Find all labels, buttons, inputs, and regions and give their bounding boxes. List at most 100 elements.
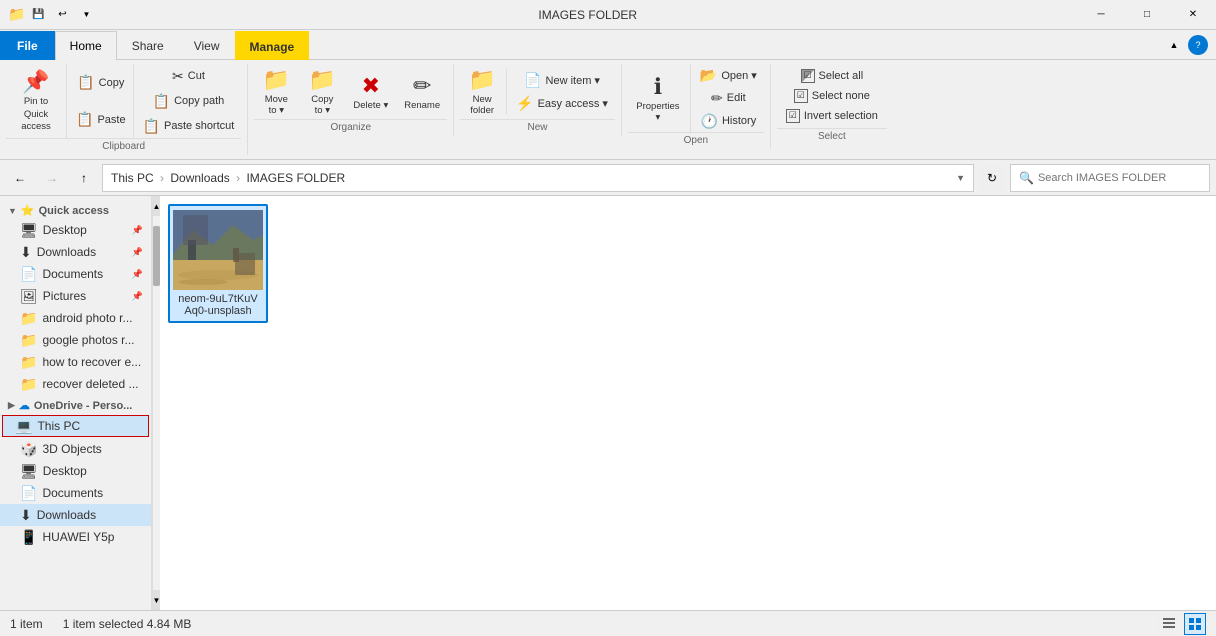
paste-shortcut-icon: 📋 [143, 118, 160, 135]
scrollbar-up[interactable]: ▲ [153, 196, 160, 216]
grid-view-button[interactable] [1184, 613, 1206, 635]
title-bar-left: 📁 💾 ↩ ▼ [8, 4, 97, 26]
open-button[interactable]: 📂 Open ▾ [693, 64, 764, 87]
sidebar-item-downloads2[interactable]: ⬇ Downloads [0, 504, 151, 526]
sidebar-item-recover-deleted[interactable]: 📁 recover deleted ... [0, 373, 151, 395]
cut-icon: ✂ [172, 68, 184, 85]
sidebar-item-android-photos[interactable]: 📁 android photo r... [0, 307, 151, 329]
sidebar-label-this-pc: This PC [37, 419, 80, 433]
help-button[interactable]: ? [1188, 35, 1208, 55]
expand-arrow: ▼ [8, 206, 17, 216]
breadcrumb: This PC › Downloads › IMAGES FOLDER [111, 171, 345, 185]
address-dropdown-arrow[interactable]: ▼ [956, 173, 965, 183]
pin-quick-access-button[interactable]: 📌 Pin to Quickaccess [6, 64, 66, 138]
sidebar-item-quick-access[interactable]: ▼ ⭐ Quick access [0, 200, 151, 219]
copy-path-icon: 📋 [153, 93, 170, 110]
history-icon: 🕐 [701, 113, 718, 130]
tab-file[interactable]: File [0, 31, 55, 60]
edit-icon: ✏ [711, 90, 723, 107]
sidebar-item-onedrive[interactable]: ▶ ☁ OneDrive - Perso... [0, 395, 151, 414]
sidebar-item-google-photos[interactable]: 📁 google photos r... [0, 329, 151, 351]
qat-dropdown-button[interactable]: ▼ [75, 4, 97, 26]
delete-button[interactable]: ✖ Delete ▾ [346, 70, 395, 114]
list-view-button[interactable] [1158, 613, 1180, 635]
copy-to-button[interactable]: 📁 Copyto ▾ [300, 64, 344, 119]
breadcrumb-downloads[interactable]: Downloads [170, 171, 229, 185]
sidebar-label-desktop2: Desktop [43, 464, 87, 478]
properties-button[interactable]: ℹ Properties ▾ [628, 71, 688, 126]
refresh-button[interactable]: ↻ [978, 164, 1006, 192]
sidebar-item-desktop2[interactable]: 🖥 Desktop [0, 460, 151, 482]
search-bar[interactable]: 🔍 [1010, 164, 1210, 192]
invert-selection-button[interactable]: ☑ Invert selection [779, 106, 885, 126]
copy-icon: 📋 [77, 74, 94, 91]
scrollbar-down[interactable]: ▼ [153, 590, 160, 610]
scrollbar-thumb[interactable] [153, 226, 160, 286]
paste-button[interactable]: 📋 Paste [69, 108, 133, 131]
copy-button[interactable]: 📋 Copy [69, 71, 133, 94]
tab-home[interactable]: Home [55, 31, 117, 60]
sidebar: ▼ ⭐ Quick access 🖥 Desktop 📌 ⬇ Downloads… [0, 196, 152, 610]
up-button[interactable]: ↑ [70, 164, 98, 192]
forward-button[interactable]: → [38, 164, 66, 192]
edit-button[interactable]: ✏ Edit [693, 87, 764, 110]
search-input[interactable] [1038, 172, 1201, 184]
pin-icon-docs: 📌 [132, 269, 143, 280]
sidebar-item-how-to-recover[interactable]: 📁 how to recover e... [0, 351, 151, 373]
easy-access-icon: ⚡ [516, 95, 533, 112]
ribbon-content: 📌 Pin to Quickaccess 📋 Copy 📋 Paste [0, 60, 1216, 159]
minimize-button[interactable]: ─ [1078, 0, 1124, 30]
computer-icon: 💻 [15, 418, 32, 435]
tab-view[interactable]: View [179, 31, 235, 60]
new-group: 📁 Newfolder 📄 New item ▾ ⚡ Easy access ▾… [454, 64, 622, 136]
3d-objects-icon: 🎲 [20, 441, 37, 458]
close-button[interactable]: ✕ [1170, 0, 1216, 30]
sidebar-item-downloads[interactable]: ⬇ Downloads 📌 [0, 241, 151, 263]
breadcrumb-images-folder[interactable]: IMAGES FOLDER [246, 171, 345, 185]
ribbon-collapse-button[interactable]: ▲ [1164, 35, 1184, 55]
sidebar-label-downloads: Downloads [37, 245, 96, 259]
sidebar-item-this-pc[interactable]: 💻 This PC [2, 415, 149, 437]
history-button[interactable]: 🕐 History [693, 110, 764, 133]
thumbnail-svg [173, 210, 263, 290]
file-item-neom[interactable]: neom-9uL7tKuV Aq0-unsplash [168, 204, 268, 323]
undo-qat-button[interactable]: ↩ [51, 4, 73, 26]
select-all-button[interactable]: ☑ Select all [779, 66, 885, 86]
list-view-icon [1162, 617, 1176, 631]
tab-share[interactable]: Share [117, 31, 179, 60]
new-item-button[interactable]: 📄 New item ▾ [509, 69, 615, 92]
sidebar-item-documents[interactable]: 📄 Documents 📌 [0, 263, 151, 285]
tab-manage[interactable]: Manage [235, 31, 310, 60]
paste-shortcut-button[interactable]: 📋 Paste shortcut [136, 115, 242, 138]
scrollbar-track[interactable] [153, 216, 160, 590]
file-name-neom: neom-9uL7tKuV Aq0-unsplash [174, 293, 262, 317]
select-none-button[interactable]: ☑ Select none [779, 86, 885, 106]
back-button[interactable]: ← [6, 164, 34, 192]
sidebar-scrollbar[interactable]: ▲ ▼ [152, 196, 160, 610]
save-qat-button[interactable]: 💾 [27, 4, 49, 26]
move-to-button[interactable]: 📁 Moveto ▾ [254, 64, 298, 119]
sidebar-item-3d-objects[interactable]: 🎲 3D Objects [0, 438, 151, 460]
cut-button[interactable]: ✂ Cut [136, 65, 242, 88]
breadcrumb-this-pc[interactable]: This PC [111, 171, 154, 185]
sidebar-item-pictures[interactable]: 🖼 Pictures 📌 [0, 285, 151, 307]
address-bar[interactable]: This PC › Downloads › IMAGES FOLDER ▼ [102, 164, 974, 192]
new-folder-button[interactable]: 📁 Newfolder [460, 64, 504, 119]
sidebar-item-documents2[interactable]: 📄 Documents [0, 482, 151, 504]
easy-access-button[interactable]: ⚡ Easy access ▾ [509, 92, 615, 115]
maximize-button[interactable]: □ [1124, 0, 1170, 30]
ribbon: File Home Share View Manage ▲ ? 📌 Pin to… [0, 30, 1216, 160]
clipboard-group: 📌 Pin to Quickaccess 📋 Copy 📋 Paste [0, 64, 248, 155]
properties-icon: ℹ [654, 74, 662, 100]
sidebar-label-recover: how to recover e... [42, 355, 141, 369]
delete-icon: ✖ [362, 73, 380, 99]
documents-icon: 📄 [20, 266, 37, 283]
sidebar-item-huawei[interactable]: 📱 HUAWEI Y5p [0, 526, 151, 548]
sidebar-label-documents: Documents [42, 267, 103, 281]
select-none-icon: ☑ [794, 89, 808, 103]
sidebar-item-desktop[interactable]: 🖥 Desktop 📌 [0, 219, 151, 241]
clipboard-buttons: 📌 Pin to Quickaccess 📋 Copy 📋 Paste [6, 64, 241, 138]
copy-path-button[interactable]: 📋 Copy path [136, 90, 242, 113]
window-controls: ─ □ ✕ [1078, 0, 1216, 30]
rename-button[interactable]: ✏ Rename [397, 70, 447, 114]
